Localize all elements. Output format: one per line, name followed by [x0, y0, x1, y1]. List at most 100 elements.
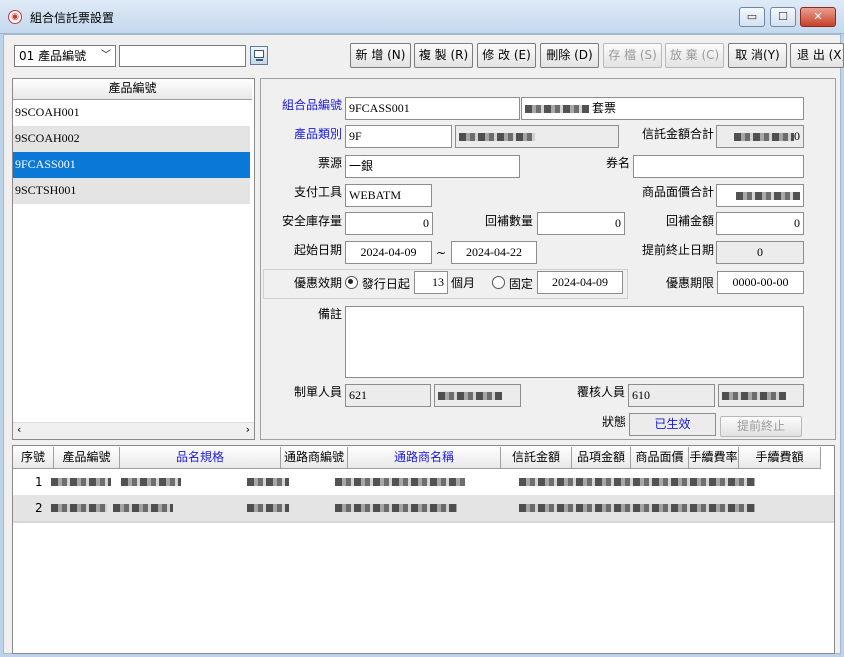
- safety-stock-label: 安全庫存量: [281, 214, 342, 228]
- early-end-button[interactable]: 提前終止: [720, 416, 802, 437]
- delete-button[interactable]: 刪除 (D): [540, 43, 599, 68]
- remarks-textarea[interactable]: [345, 306, 804, 378]
- end-date-field[interactable]: 2024-04-22: [451, 241, 537, 264]
- early-end-date-field: 0: [716, 241, 804, 264]
- grid-header-dealer-code[interactable]: 通路商編號: [281, 447, 348, 469]
- chevron-down-icon: ﹀: [101, 50, 111, 61]
- horizontal-scrollbar[interactable]: ‹ ›: [13, 422, 254, 439]
- product-list-panel: 產品編號 9SCOAH001 9SCOAH002 9FCASS001 9SCTS…: [12, 78, 255, 440]
- offer-fixed-radio[interactable]: 固定: [492, 275, 533, 292]
- title-bar: ◉ 組合信託票設置 ▭ ☐ ✕: [0, 0, 844, 34]
- exit-button[interactable]: 退 出 (X): [790, 43, 844, 68]
- reviewer-field: 610: [628, 384, 715, 407]
- start-date-label: 起始日期: [293, 243, 342, 257]
- list-item-selected[interactable]: 9FCASS001: [13, 152, 250, 178]
- scroll-right-icon[interactable]: ›: [246, 423, 250, 436]
- redacted-text: [734, 133, 794, 142]
- copy-button[interactable]: 複 製 (R): [414, 43, 473, 68]
- redacted-text: [736, 192, 800, 201]
- grid-header-dealer-name[interactable]: 通路商名稱: [348, 447, 501, 469]
- offer-months-field[interactable]: 13: [414, 271, 448, 294]
- close-button[interactable]: ✕: [800, 7, 836, 27]
- redacted-text: [247, 504, 289, 512]
- redacted-text: [519, 504, 755, 512]
- redacted-text: [459, 133, 535, 142]
- redacted-text: [113, 504, 173, 512]
- grid-header-item-amount[interactable]: 品項金額: [572, 447, 631, 469]
- grid-header-seq[interactable]: 序號: [13, 447, 54, 469]
- creator-field: 621: [345, 384, 431, 407]
- minimize-button[interactable]: ▭: [739, 7, 765, 27]
- voucher-name-label: 券名: [605, 156, 630, 170]
- app-icon: ◉: [8, 10, 22, 24]
- start-date-field[interactable]: 2024-04-09: [345, 241, 432, 264]
- grid-header-trust-amount[interactable]: 信託金額: [501, 447, 572, 469]
- combo-code-field[interactable]: 9FCASS001: [345, 97, 520, 120]
- redacted-text: [121, 478, 181, 486]
- category-label: 產品類別: [293, 127, 342, 141]
- row-seq: 1: [35, 475, 43, 489]
- reviewer-name-field: [718, 384, 804, 407]
- search-input[interactable]: [119, 45, 246, 67]
- key-select-value: 01 產品編號: [19, 49, 87, 63]
- ticket-source-field[interactable]: 一銀: [345, 155, 520, 178]
- face-value-total-label: 商品面價合計: [641, 185, 714, 199]
- trust-total-field: 0: [716, 125, 804, 148]
- category-field[interactable]: 9F: [345, 125, 452, 148]
- offer-issue-radio-label: 發行日起: [361, 277, 410, 291]
- radio-checked-icon: [345, 276, 358, 289]
- voucher-name-field[interactable]: [633, 155, 804, 178]
- cancel-button[interactable]: 取 消(Y): [728, 43, 787, 68]
- trust-total-value: 0: [794, 129, 800, 143]
- trust-total-label: 信託金額合計: [641, 127, 714, 141]
- add-button[interactable]: 新 增 (N): [350, 43, 411, 68]
- product-list-header: 產品編號: [13, 79, 252, 100]
- key-select[interactable]: 01 產品編號 ﹀: [14, 45, 116, 67]
- status-label: 狀態: [601, 415, 626, 429]
- offer-deadline-field[interactable]: 0000-00-00: [717, 271, 804, 294]
- reviewer-label: 覆核人員: [576, 385, 625, 399]
- safety-stock-field[interactable]: 0: [345, 212, 433, 235]
- combo-name-field[interactable]: 套票: [521, 97, 804, 120]
- payment-tool-label: 支付工具: [293, 185, 342, 199]
- scroll-left-icon[interactable]: ‹: [17, 423, 21, 436]
- face-value-total-field: [716, 184, 804, 207]
- payment-tool-field[interactable]: WEBATM: [345, 184, 432, 207]
- offer-issue-radio[interactable]: 發行日起: [345, 275, 410, 292]
- list-item[interactable]: 9SCOAH001: [13, 100, 250, 126]
- early-end-date-label: 提前終止日期: [641, 243, 714, 257]
- category-name-field: [455, 125, 619, 148]
- save-button[interactable]: 存 檔 (S): [603, 43, 662, 68]
- list-item[interactable]: 9SCTSH001: [13, 178, 250, 204]
- offer-fixed-date-field[interactable]: 2024-04-09: [537, 271, 623, 294]
- redacted-text: [247, 478, 289, 486]
- redacted-text: [438, 392, 502, 401]
- edit-button[interactable]: 修 改 (E): [477, 43, 536, 68]
- creator-name-field: [434, 384, 521, 407]
- creator-label: 制單人員: [293, 385, 342, 399]
- discard-button[interactable]: 放 棄 (C): [665, 43, 724, 68]
- row-seq: 2: [35, 501, 43, 515]
- redacted-text: [51, 478, 111, 486]
- table-row[interactable]: 2: [13, 495, 834, 521]
- grid-header-fee-amount[interactable]: 手續費額: [739, 447, 821, 469]
- radio-unchecked-icon: [492, 276, 505, 289]
- grid-header-fee-rate[interactable]: 手續費率: [689, 447, 739, 469]
- table-row[interactable]: 1: [13, 469, 834, 495]
- redacted-text: [335, 478, 465, 486]
- redacted-text: [335, 504, 457, 512]
- maximize-button[interactable]: ☐: [770, 7, 796, 27]
- grid-header-product-code[interactable]: 產品編號: [54, 447, 120, 469]
- refill-amount-label: 回補金額: [665, 214, 714, 228]
- list-item[interactable]: 9SCOAH002: [13, 126, 250, 152]
- grid-divider: [13, 521, 834, 523]
- combo-name-suffix: 套票: [592, 101, 617, 115]
- grid-header-spec[interactable]: 品名規格: [120, 447, 281, 469]
- search-icon[interactable]: [250, 46, 268, 65]
- refill-amount-field[interactable]: 0: [716, 212, 804, 235]
- redacted-text: [525, 105, 589, 114]
- refill-qty-label: 回補數量: [484, 214, 533, 228]
- refill-qty-field[interactable]: 0: [537, 212, 625, 235]
- combo-code-label: 組合品編號: [281, 98, 342, 112]
- grid-header-face-value[interactable]: 商品面價: [631, 447, 689, 469]
